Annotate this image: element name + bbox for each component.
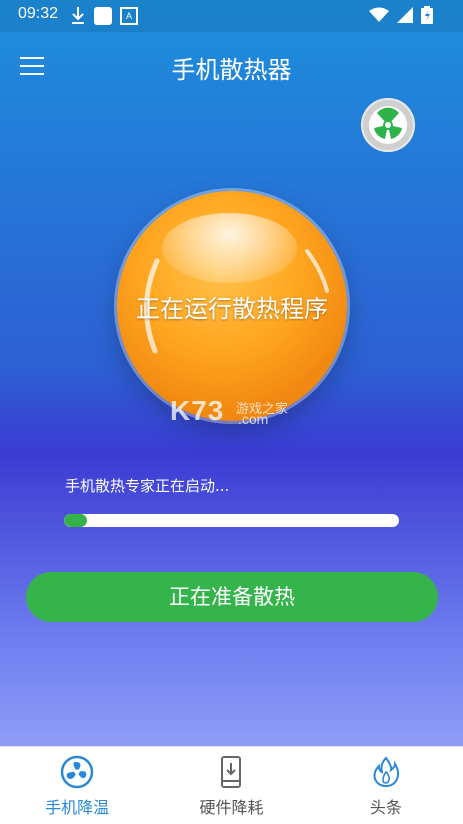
nav-hardware-saving[interactable]: 硬件降耗 (154, 747, 308, 824)
fan-icon (369, 106, 407, 144)
fan-icon (60, 755, 94, 789)
nav-label-hardware-saving: 硬件降耗 (199, 798, 264, 817)
nav-label-headlines: 头条 (369, 798, 402, 817)
bottom-nav: 手机降温 硬件降耗 头条 (0, 746, 463, 824)
battery-icon (421, 6, 433, 24)
nav-headlines[interactable]: 头条 (309, 747, 463, 824)
progress-fill (64, 514, 88, 527)
phone-download-icon (221, 756, 242, 788)
orb-status-text: 正在运行散热程序 (136, 295, 328, 323)
a-icon: A (120, 7, 138, 25)
fan-shortcut-button[interactable] (361, 98, 415, 152)
download-icon (72, 7, 84, 24)
nav-label-phone-cooling: 手机降温 (45, 798, 110, 817)
square-icon (94, 7, 112, 25)
watermark-domain: .com (238, 411, 269, 427)
watermark: K73 游戏之家 .com (170, 395, 288, 427)
status-time: 09:32 (18, 5, 59, 22)
nav-phone-cooling[interactable]: 手机降温 (0, 747, 154, 824)
flame-icon (373, 756, 399, 788)
watermark-logo: K73 (170, 395, 225, 426)
status-bar: 09:32 A (0, 0, 463, 32)
prepare-cooling-button[interactable]: 正在准备散热 (26, 572, 438, 622)
signal-icon (397, 7, 413, 23)
cooling-orb: 正在运行散热程序 (117, 191, 347, 421)
page-title: 手机散热器 (171, 56, 292, 84)
startup-status-text: 手机散热专家正在启动... (65, 477, 230, 495)
progress-bar (64, 514, 399, 527)
wifi-icon (369, 7, 389, 22)
app-screen: 09:32 A 手机散热器 正在运行散热程序 K73 游戏之家 .com 手机散… (0, 0, 463, 824)
